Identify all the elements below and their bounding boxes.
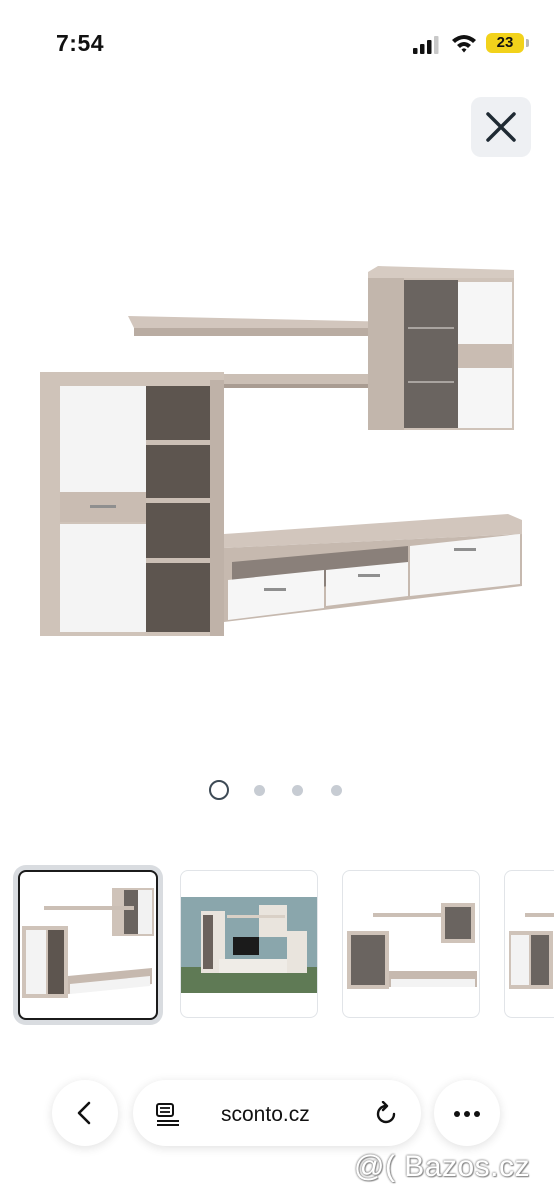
more-dot xyxy=(474,1111,480,1117)
status-time: 7:54 xyxy=(56,30,105,56)
more-dot xyxy=(464,1111,470,1117)
close-icon xyxy=(486,112,516,142)
chevron-left-icon xyxy=(77,1101,91,1125)
address-bar[interactable]: sconto.cz xyxy=(133,1080,421,1146)
image-pager xyxy=(0,778,554,802)
battery-indicator: 23 xyxy=(486,33,524,53)
more-dot xyxy=(454,1111,460,1117)
pager-dot-1[interactable] xyxy=(209,780,229,800)
product-image[interactable] xyxy=(36,258,526,648)
watermark: @( Bazos.cz xyxy=(354,1150,530,1183)
cellular-signal-icon xyxy=(413,36,439,54)
reader-mode-icon[interactable] xyxy=(155,1102,181,1126)
thumbnail-2[interactable] xyxy=(180,870,318,1018)
back-button[interactable] xyxy=(52,1080,118,1146)
pager-dot-3[interactable] xyxy=(292,785,303,796)
pager-dot-4[interactable] xyxy=(331,785,342,796)
thumbnail-strip xyxy=(0,862,554,1030)
thumbnail-1[interactable] xyxy=(18,870,158,1020)
wifi-icon xyxy=(452,35,476,53)
pager-dot-2[interactable] xyxy=(254,785,265,796)
status-bar: 7:54 23 xyxy=(0,0,554,80)
battery-cap xyxy=(526,39,529,47)
more-button[interactable] xyxy=(434,1080,500,1146)
thumbnail-4[interactable] xyxy=(504,870,554,1018)
reload-icon[interactable] xyxy=(373,1101,399,1127)
browser-toolbar: sconto.cz xyxy=(0,1076,554,1156)
thumbnail-3[interactable] xyxy=(342,870,480,1018)
url-text[interactable]: sconto.cz xyxy=(221,1103,310,1127)
close-button[interactable] xyxy=(471,97,531,157)
